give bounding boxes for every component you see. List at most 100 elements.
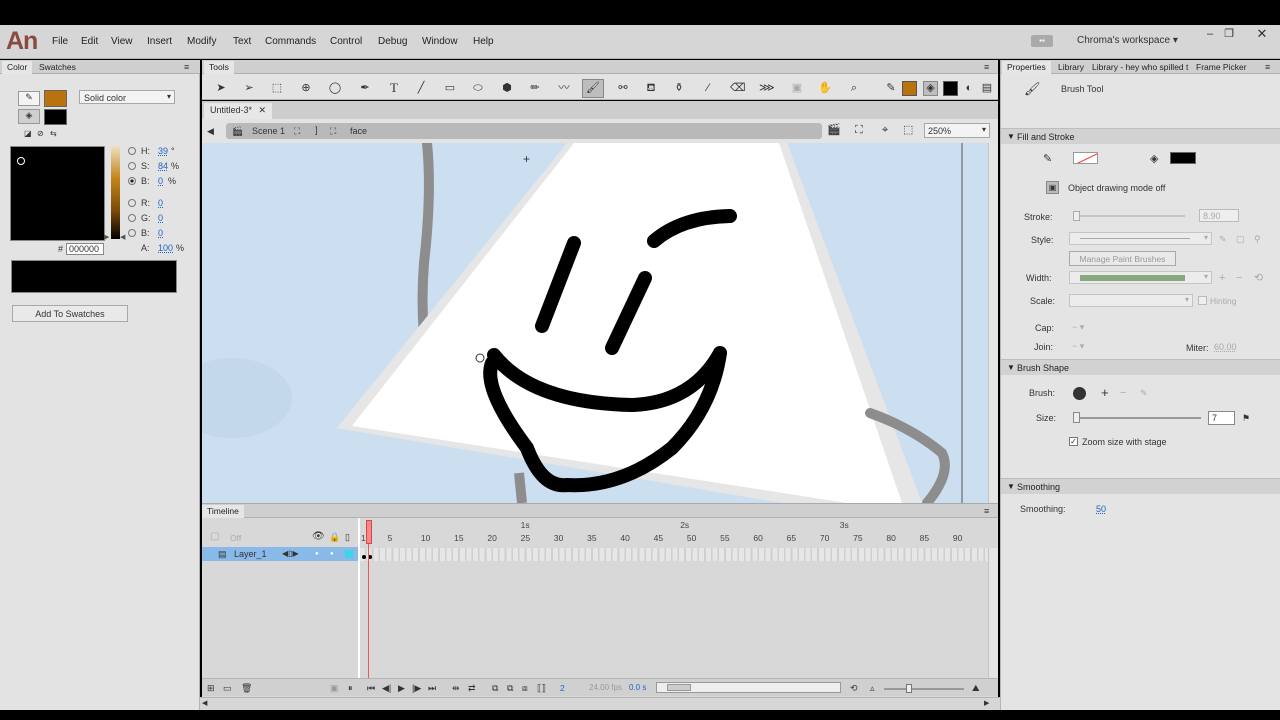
horizontal-scrollbar[interactable]: ◀ ▶ <box>200 697 1000 710</box>
menu-modify[interactable]: Modify <box>187 36 216 47</box>
eraser-tool-icon[interactable]: ⌫ <box>730 81 746 95</box>
last-frame-icon[interactable]: ⏭ <box>428 681 436 695</box>
polystar-tool-icon[interactable]: ⬢ <box>500 81 514 95</box>
fill-bucket-icon[interactable]: ◈ <box>1150 152 1158 166</box>
section-brush-shape[interactable]: ▼ Brush Shape <box>1001 359 1280 375</box>
layer-visibility-dot[interactable]: ● <box>315 547 319 561</box>
restore-icon[interactable]: ❐ <box>1221 27 1237 41</box>
fill-color-swatch[interactable] <box>1170 152 1196 164</box>
tab-library[interactable]: Library <box>1053 61 1089 74</box>
layer-parent-icon[interactable]: ◀▯▶ <box>282 547 299 561</box>
step-back-icon[interactable]: ◀| <box>382 681 391 695</box>
breadcrumb-scene[interactable]: Scene 1 <box>252 126 285 136</box>
camera-icon[interactable]: ▣ <box>330 681 339 695</box>
swap-colors-icon[interactable]: ⇆ <box>50 127 57 141</box>
tab-timeline[interactable]: Timeline <box>202 505 244 518</box>
add-width-icon[interactable]: + <box>1219 271 1225 285</box>
timeline-zoom-slider[interactable] <box>884 684 964 693</box>
stroke-pencil-icon[interactable]: ✎ <box>18 91 40 106</box>
line-tool-icon[interactable]: ╱ <box>414 81 428 95</box>
eyedropper-tool-icon[interactable]: ⁄ <box>701 81 715 95</box>
menu-control[interactable]: Control <box>330 36 362 47</box>
panel-menu-icon[interactable]: ≡ <box>984 60 989 74</box>
close-tab-icon[interactable]: ✕ <box>259 105 267 115</box>
menu-edit[interactable]: Edit <box>81 36 98 47</box>
stage-artwork[interactable]: + <box>202 143 998 503</box>
lasso-tool-icon[interactable]: ◯ <box>328 81 342 95</box>
stage-vertical-scrollbar[interactable] <box>988 143 998 503</box>
3d-rotation-tool-icon[interactable]: ⊕ <box>299 81 313 95</box>
fill-bucket-icon[interactable]: ◈ <box>923 81 938 96</box>
new-folder-icon[interactable]: ▭ <box>223 681 232 695</box>
workspace-switcher[interactable]: Chroma's workspace ▾ <box>1077 35 1178 46</box>
menu-debug[interactable]: Debug <box>378 36 407 47</box>
timeline-horizontal-scrollbar[interactable] <box>656 682 841 693</box>
new-layer-icon[interactable]: ⊞ <box>207 681 215 695</box>
section-fill-and-stroke[interactable]: ▼ Fill and Stroke <box>1001 128 1280 144</box>
edit-multiple-frames-icon[interactable]: ⧈ <box>522 681 528 695</box>
s-value[interactable]: 84 <box>158 161 168 171</box>
onion-skin-icon[interactable]: ▢ <box>210 530 219 544</box>
slider-arrow-icon[interactable]: ◀ <box>120 233 125 241</box>
stroke-color-swatch[interactable] <box>902 81 917 96</box>
edit-scene-icon[interactable]: 🎬 <box>827 123 841 137</box>
sync-settings-icon[interactable]: ▪▪ <box>1031 35 1053 47</box>
stroke-slider-thumb[interactable] <box>1073 211 1080 221</box>
free-transform-tool-icon[interactable]: ⬚ <box>270 81 284 95</box>
layer-row[interactable]: ▤ Layer_1 ◀▯▶ ● ● <box>202 547 358 561</box>
breadcrumb-symbol[interactable]: face <box>350 126 367 136</box>
selection-tool-icon[interactable]: ➤ <box>214 81 228 95</box>
h-value[interactable]: 39 <box>158 146 168 156</box>
loop-icon[interactable]: ⇄ <box>468 681 476 695</box>
g-radio[interactable] <box>128 214 136 222</box>
menu-view[interactable]: View <box>111 36 133 47</box>
color-picker-cursor[interactable] <box>17 157 25 165</box>
manage-paint-brushes-button[interactable]: Manage Paint Brushes <box>1069 251 1176 266</box>
brightness-slider[interactable] <box>111 146 120 239</box>
menu-window[interactable]: Window <box>422 36 458 47</box>
zoom-out-icon[interactable]: ▵ <box>870 681 875 695</box>
zoom-slider-thumb[interactable] <box>906 684 912 693</box>
remove-brush-shape-icon[interactable]: − <box>1120 386 1126 400</box>
hex-input[interactable]: 000000 <box>66 243 104 255</box>
slider-arrow-left-icon[interactable]: ▶ <box>104 233 109 241</box>
layer-lock-dot[interactable]: ● <box>330 547 334 561</box>
color-picker-field[interactable] <box>10 146 105 241</box>
g-value[interactable]: 0 <box>158 213 163 223</box>
edit-symbol-icon[interactable]: ⛶ <box>855 123 863 137</box>
text-tool-icon[interactable]: T <box>387 81 401 95</box>
stroke-color-swatch[interactable] <box>1073 152 1098 164</box>
panel-menu-icon[interactable]: ≡ <box>984 504 989 518</box>
reset-width-icon[interactable]: ⟲ <box>1254 271 1263 285</box>
pause-icon[interactable]: ⏸ <box>348 681 353 695</box>
object-drawing-icon[interactable]: ▣ <box>1046 181 1059 194</box>
panel-menu-icon[interactable]: ≡ <box>184 60 189 74</box>
document-tab[interactable]: Untitled-3* ✕ <box>204 103 273 119</box>
playhead[interactable] <box>366 520 372 544</box>
stroke-color-swatch[interactable] <box>44 90 67 107</box>
fill-color-swatch[interactable] <box>943 81 958 96</box>
pressure-icon[interactable]: ⚑ <box>1242 411 1250 425</box>
size-input[interactable]: 7 <box>1208 411 1235 425</box>
current-frame[interactable]: 2 <box>560 683 565 693</box>
size-slider-thumb[interactable] <box>1073 412 1080 423</box>
scroll-left-icon[interactable]: ◀ <box>202 697 207 711</box>
default-colors-icon[interactable]: ◪ <box>24 127 32 141</box>
modify-markers-icon[interactable]: ⟦⟧ <box>537 681 546 695</box>
hinting-checkbox[interactable] <box>1198 296 1207 305</box>
menu-insert[interactable]: Insert <box>147 36 172 47</box>
step-forward-icon[interactable]: |▶ <box>412 681 421 695</box>
layer-name[interactable]: Layer_1 <box>234 549 267 559</box>
onion-skin-toggle-icon[interactable]: ⧉ <box>492 681 498 695</box>
tab-properties[interactable]: Properties <box>1002 61 1051 74</box>
miter-value[interactable]: 60.00 <box>1214 342 1237 352</box>
layer-outline-color[interactable] <box>345 550 353 558</box>
stroke-pencil-icon[interactable]: ✎ <box>1043 152 1052 166</box>
tab-tools[interactable]: Tools <box>204 61 234 74</box>
width-dropdown[interactable]: ▾ <box>1069 271 1212 284</box>
r-value[interactable]: 0 <box>158 198 163 208</box>
s-radio[interactable] <box>128 162 136 170</box>
add-to-swatches-button[interactable]: Add To Swatches <box>12 305 128 322</box>
brush-shape-circle-icon[interactable] <box>1073 387 1086 400</box>
lock-all-layers-icon[interactable]: 🔒 <box>329 530 340 544</box>
